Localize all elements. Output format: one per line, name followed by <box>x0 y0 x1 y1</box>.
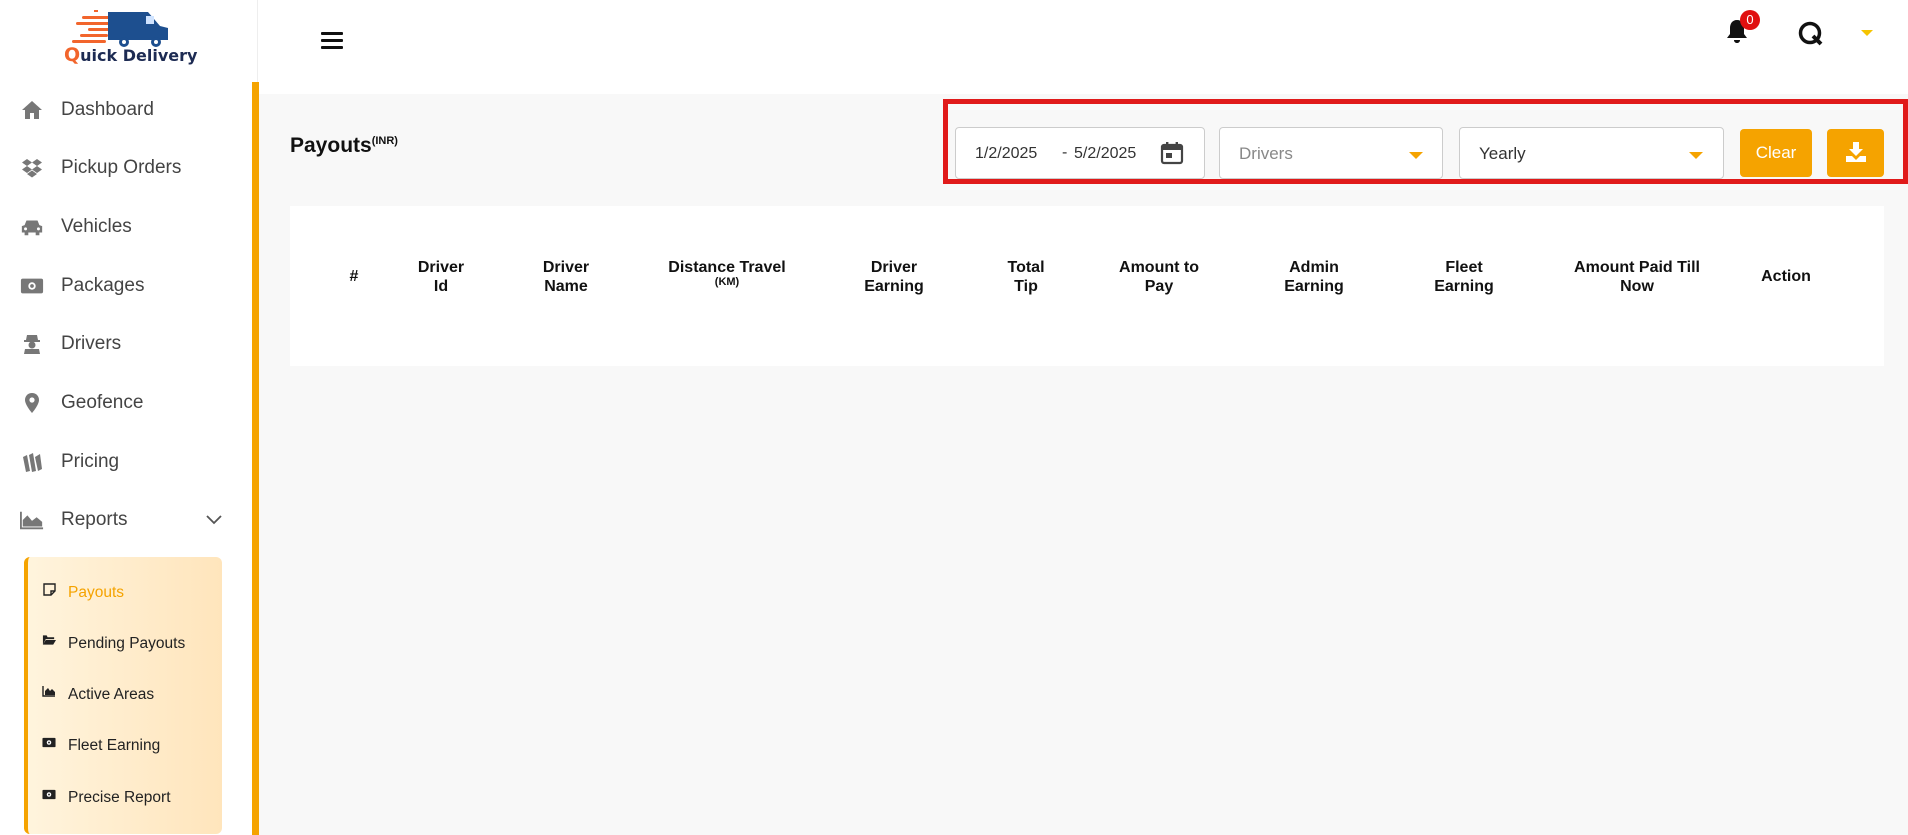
table-header-cell: Admin Earning <box>1284 259 1344 295</box>
sidebar-item-label: Geofence <box>61 392 144 413</box>
submenu-item-label: Active Areas <box>68 686 155 703</box>
sidebar-item-label: Vehicles <box>61 216 132 237</box>
pricing-icon <box>20 450 44 474</box>
table-header-cell: Action <box>1761 268 1811 285</box>
car-icon <box>20 215 44 239</box>
sidebar-item-vehicles[interactable]: Vehicles <box>20 207 250 247</box>
submenu-item-active-areas[interactable]: Active Areas <box>42 681 154 709</box>
table-header-cell: Fleet Earning <box>1434 259 1494 295</box>
sidebar-item-label: Drivers <box>61 333 122 354</box>
home-icon <box>20 98 44 122</box>
user-secret-icon <box>20 332 44 356</box>
top-header: 0 <box>259 0 1908 94</box>
sidebar-accent-bar <box>252 82 259 835</box>
end-date: 5/2/2025 <box>1074 145 1137 162</box>
table-header-cell: Amount to Pay <box>1119 259 1199 295</box>
map-pin-icon <box>20 391 44 415</box>
dropbox-icon <box>20 156 44 180</box>
sidebar-item-label: Reports <box>61 509 128 530</box>
table-header-cell: Amount Paid Till Now <box>1574 259 1700 295</box>
money-bill-icon <box>42 787 56 801</box>
sidebar-item-pricing[interactable]: Pricing <box>20 442 250 482</box>
sidebar: Quick Delivery Dashboard Pickup Orders V… <box>0 0 258 835</box>
sidebar-item-label: Dashboard <box>61 99 154 120</box>
sidebar-item-label: Pricing <box>61 451 120 472</box>
currency-label: (INR) <box>371 135 398 147</box>
sidebar-item-label: Packages <box>61 275 145 296</box>
reports-submenu: Payouts Pending Payouts Active Areas Fle… <box>24 557 222 834</box>
period-select[interactable]: Yearly <box>1459 127 1724 179</box>
submenu-item-payouts[interactable]: Payouts <box>42 579 124 607</box>
money-bill-icon <box>20 274 44 298</box>
download-button[interactable] <box>1827 129 1884 177</box>
notification-badge: 0 <box>1740 10 1760 30</box>
payouts-table: # Driver Id Driver Name Distance Travel (KM… <box>290 206 1884 366</box>
sidebar-item-reports[interactable]: Reports <box>20 500 250 540</box>
clear-button[interactable]: Clear <box>1740 129 1812 177</box>
submenu-item-pending-payouts[interactable]: Pending Payouts <box>42 630 185 658</box>
table-header-cell: # <box>349 268 359 285</box>
user-menu-caret-icon[interactable] <box>1861 30 1873 36</box>
caret-down-icon <box>1689 152 1703 159</box>
caret-down-icon <box>1409 152 1423 159</box>
hamburger-menu-icon[interactable] <box>321 32 343 50</box>
submenu-item-label: Payouts <box>68 584 125 601</box>
submenu-item-fleet-earning[interactable]: Fleet Earning <box>42 732 160 760</box>
area-chart-icon <box>20 508 44 532</box>
table-header-cell: Driver Id <box>417 259 465 295</box>
note-icon <box>42 582 56 596</box>
table-header-cell: Distance Travel (KM) <box>668 259 786 288</box>
chevron-down-icon[interactable] <box>206 512 222 530</box>
sidebar-item-dashboard[interactable]: Dashboard <box>20 90 250 130</box>
area-chart-icon <box>42 684 56 698</box>
start-date: 1/2/2025 <box>975 145 1038 162</box>
sidebar-item-pickup-orders[interactable]: Pickup Orders <box>20 148 250 188</box>
calendar-icon[interactable] <box>1159 140 1185 166</box>
folder-open-icon <box>42 633 56 647</box>
download-icon <box>1845 141 1867 166</box>
drivers-placeholder: Drivers <box>1239 144 1293 163</box>
sidebar-item-packages[interactable]: Packages <box>20 266 250 306</box>
table-header-cell: Total Tip <box>1007 259 1045 295</box>
sidebar-item-drivers[interactable]: Drivers <box>20 324 250 364</box>
date-range-picker[interactable]: 1/2/2025 - 5/2/2025 <box>955 127 1205 179</box>
main-content: Payouts(INR) 1/2/2025 - 5/2/2025 Drivers… <box>259 94 1908 835</box>
sidebar-item-geofence[interactable]: Geofence <box>20 383 250 423</box>
submenu-item-label: Precise Report <box>68 789 171 806</box>
sidebar-item-label: Pickup Orders <box>61 157 182 178</box>
date-separator: - <box>1062 144 1068 161</box>
page-title: Payouts(INR) <box>290 134 398 157</box>
table-header-cell: Driver Name <box>542 259 590 295</box>
table-header-cell: Driver Earning <box>864 259 924 295</box>
period-value: Yearly <box>1479 144 1526 163</box>
avatar[interactable] <box>1797 20 1825 48</box>
brand-name: Quick Delivery <box>64 44 198 66</box>
money-bill-icon <box>42 735 56 749</box>
submenu-item-label: Pending Payouts <box>68 635 186 652</box>
drivers-select[interactable]: Drivers <box>1219 127 1443 179</box>
submenu-item-precise-report[interactable]: Precise Report <box>42 784 171 812</box>
submenu-item-label: Fleet Earning <box>68 737 161 754</box>
